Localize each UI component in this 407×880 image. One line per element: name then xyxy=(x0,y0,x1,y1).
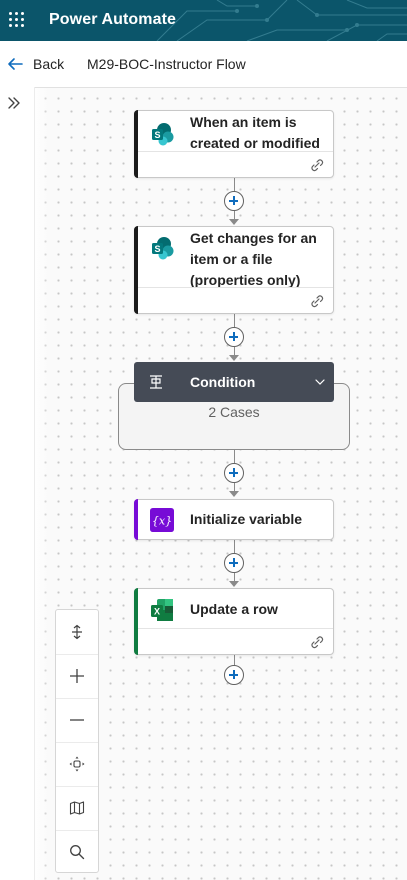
app-header: Power Automate xyxy=(0,0,407,41)
sharepoint-icon: S xyxy=(152,237,174,260)
svg-text:S: S xyxy=(154,244,160,254)
card-title: When an item is created or modified xyxy=(190,114,320,151)
connector-line xyxy=(234,314,235,328)
zoom-out-button[interactable] xyxy=(56,698,98,742)
trigger-card[interactable]: S When an item is created or modified xyxy=(134,110,334,178)
zoom-in-icon xyxy=(70,669,84,683)
back-arrow-icon xyxy=(8,58,23,70)
zoom-out-icon xyxy=(70,719,84,721)
insert-step-button[interactable] xyxy=(224,553,244,573)
condition-card[interactable]: Condition xyxy=(134,362,334,402)
insert-step-button[interactable] xyxy=(224,191,244,211)
condition-icon xyxy=(150,375,162,389)
excel-icon: X xyxy=(151,599,173,621)
update-row-card[interactable]: X Update a row xyxy=(134,588,334,655)
expand-panel-icon[interactable] xyxy=(6,95,22,111)
svg-text:S: S xyxy=(154,130,160,140)
card-footer xyxy=(138,628,333,654)
back-label: Back xyxy=(33,56,65,72)
connection-link-icon[interactable] xyxy=(309,293,325,309)
minimap-icon xyxy=(69,801,85,815)
svg-text:{x}: {x} xyxy=(152,515,172,528)
canvas-toolbar xyxy=(55,609,99,873)
insert-step-button[interactable] xyxy=(224,463,244,483)
card-title: Get changes for an item or a file (prope… xyxy=(190,230,317,288)
insert-step-button[interactable] xyxy=(224,327,244,347)
header-pattern xyxy=(156,0,407,41)
search-button[interactable] xyxy=(56,830,98,874)
condition-title: Condition xyxy=(190,374,256,390)
sharepoint-icon: S xyxy=(152,123,174,146)
command-bar: Back M29-BOC-Instructor Flow xyxy=(0,41,407,88)
connector-arrow xyxy=(229,581,239,587)
app-launcher-icon[interactable] xyxy=(9,12,25,28)
variable-icon: {x} xyxy=(150,508,174,532)
canvas-edge xyxy=(35,88,49,880)
connection-link-icon[interactable] xyxy=(309,634,325,650)
minimap-button[interactable] xyxy=(56,786,98,830)
add-step-button[interactable] xyxy=(224,665,244,685)
card-footer xyxy=(138,287,333,313)
svg-text:X: X xyxy=(154,607,160,617)
connector-line xyxy=(234,178,235,192)
get-changes-card[interactable]: S Get changes for an item or a file (pro… xyxy=(134,226,334,314)
left-rail xyxy=(0,87,35,880)
connector-arrow xyxy=(229,491,239,497)
card-title: Update a row xyxy=(190,601,278,617)
fit-view-button[interactable] xyxy=(56,742,98,786)
zoom-in-button[interactable] xyxy=(56,654,98,698)
card-footer xyxy=(138,151,333,177)
fit-height-icon xyxy=(72,624,82,640)
initialize-variable-card[interactable]: {x} Initialize variable xyxy=(134,499,334,540)
search-icon xyxy=(70,845,85,860)
connector-arrow xyxy=(229,355,239,361)
condition-cases-text: 2 Cases xyxy=(208,404,260,420)
card-title: Initialize variable xyxy=(190,511,303,527)
fit-view-icon xyxy=(69,756,85,772)
connector-arrow xyxy=(229,219,239,225)
card-accent xyxy=(134,499,138,540)
connection-link-icon[interactable] xyxy=(309,157,325,173)
chevron-down-icon[interactable] xyxy=(314,376,326,388)
back-button[interactable]: Back xyxy=(6,51,64,77)
flow-name: M29-BOC-Instructor Flow xyxy=(87,56,246,72)
connector-line xyxy=(234,450,235,464)
app-title: Power Automate xyxy=(49,11,177,28)
connector-line xyxy=(234,540,235,554)
fit-height-button[interactable] xyxy=(56,610,98,654)
